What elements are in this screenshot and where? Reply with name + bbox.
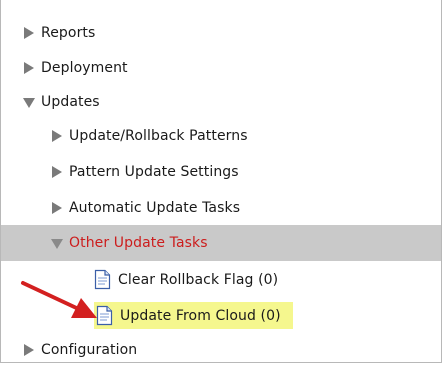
tree-item-other-update-tasks[interactable]: Other Update Tasks [1,225,441,261]
tree-item-label: Other Update Tasks [69,235,208,251]
triangle-right-icon [50,165,64,179]
tree-item-label: Pattern Update Settings [69,163,239,180]
triangle-down-icon [22,95,36,109]
tree-item-label: Automatic Update Tasks [69,199,241,216]
tree-item-reports[interactable]: Reports [1,16,441,49]
tree-item-label: Update From Cloud (0) [120,307,281,324]
triangle-right-icon [22,61,36,75]
tree-item-updates[interactable]: Updates [1,85,441,118]
tree-item-label: Update/Rollback Patterns [69,127,248,144]
tree-item-label: Configuration [41,341,138,358]
navigation-tree: Reports Deployment Updates Update/Rollba… [0,0,442,363]
triangle-right-icon [22,343,36,357]
tree-item-label: Reports [41,24,96,41]
tree-item-update-rollback-patterns[interactable]: Update/Rollback Patterns [1,119,441,152]
triangle-right-icon [50,129,64,143]
tree-item-automatic-update-tasks[interactable]: Automatic Update Tasks [1,191,441,224]
tree-item-label: Updates [41,93,100,110]
triangle-right-icon [22,26,36,40]
tree-item-clear-rollback-flag[interactable]: Clear Rollback Flag (0) [1,263,441,296]
tree-item-update-from-cloud[interactable]: Update From Cloud (0) [1,299,441,332]
tree-item-deployment[interactable]: Deployment [1,51,441,84]
triangle-down-icon [50,236,64,250]
document-icon [94,269,111,290]
document-icon [96,305,113,326]
tree-item-pattern-update-settings[interactable]: Pattern Update Settings [1,155,441,188]
highlight-marker: Update From Cloud (0) [94,302,293,329]
triangle-right-icon [50,201,64,215]
tree-item-label: Deployment [41,59,128,76]
tree-item-configuration[interactable]: Configuration [1,333,441,366]
tree-item-label: Clear Rollback Flag (0) [118,271,279,288]
